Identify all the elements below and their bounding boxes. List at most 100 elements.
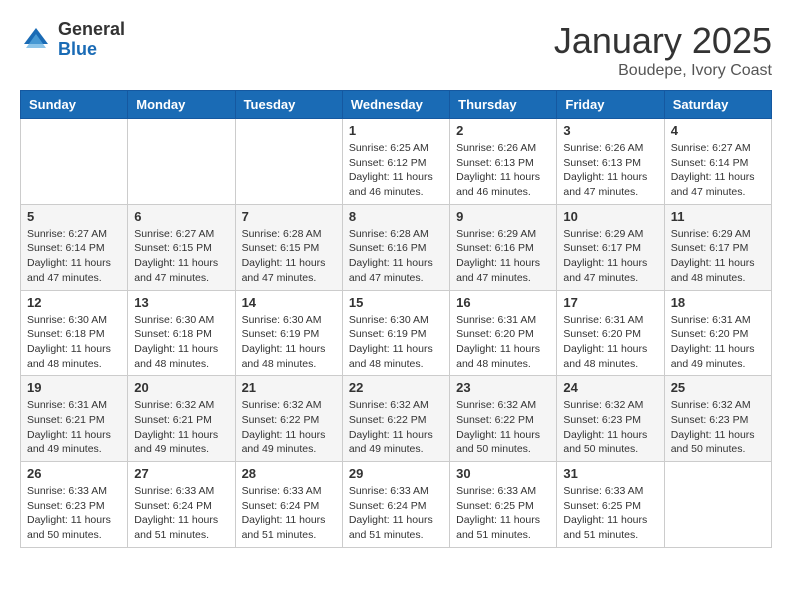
day-info: Sunrise: 6:33 AM Sunset: 6:24 PM Dayligh…: [349, 484, 443, 543]
day-info: Sunrise: 6:33 AM Sunset: 6:24 PM Dayligh…: [242, 484, 336, 543]
day-header-friday: Friday: [557, 91, 664, 119]
page-header: General Blue January 2025 Boudepe, Ivory…: [20, 20, 772, 80]
calendar-cell: 30 Sunrise: 6:33 AM Sunset: 6:25 PM Dayli…: [450, 462, 557, 548]
calendar-cell: [128, 119, 235, 205]
day-number: 20: [134, 380, 228, 395]
calendar-cell: 21 Sunrise: 6:32 AM Sunset: 6:22 PM Dayli…: [235, 376, 342, 462]
calendar-cell: 17Sunrise: 6:31 AM Sunset: 6:20 PM Dayli…: [557, 290, 664, 376]
day-info: Sunrise: 6:32 AM Sunset: 6:22 PM Dayligh…: [349, 398, 443, 457]
calendar-cell: 28 Sunrise: 6:33 AM Sunset: 6:24 PM Dayli…: [235, 462, 342, 548]
calendar-cell: 19Sunrise: 6:31 AM Sunset: 6:21 PM Dayli…: [21, 376, 128, 462]
day-info: Sunrise: 6:31 AM Sunset: 6:20 PM Dayligh…: [671, 313, 765, 372]
calendar-cell: 9 Sunrise: 6:29 AM Sunset: 6:16 PM Daylig…: [450, 204, 557, 290]
day-info: Sunrise: 6:27 AM Sunset: 6:15 PM Dayligh…: [134, 227, 228, 286]
day-number: 30: [456, 466, 550, 481]
day-number: 15: [349, 295, 443, 310]
title-block: January 2025 Boudepe, Ivory Coast: [554, 20, 772, 80]
logo-icon: [20, 24, 52, 56]
calendar-cell: 12 Sunrise: 6:30 AM Sunset: 6:18 PM Dayli…: [21, 290, 128, 376]
calendar-cell: [21, 119, 128, 205]
day-number: 23: [456, 380, 550, 395]
day-number: 4: [671, 123, 765, 138]
day-info: Sunrise: 6:33 AM Sunset: 6:25 PM Dayligh…: [456, 484, 550, 543]
day-number: 22: [349, 380, 443, 395]
location-title: Boudepe, Ivory Coast: [554, 62, 772, 80]
calendar-cell: 25 Sunrise: 6:32 AM Sunset: 6:23 PM Dayli…: [664, 376, 771, 462]
day-number: 5: [27, 209, 121, 224]
day-info: Sunrise: 6:29 AM Sunset: 6:17 PM Dayligh…: [671, 227, 765, 286]
calendar-week-row: 5 Sunrise: 6:27 AM Sunset: 6:14 PM Daylig…: [21, 204, 772, 290]
day-number: 18: [671, 295, 765, 310]
calendar-cell: 29 Sunrise: 6:33 AM Sunset: 6:24 PM Dayli…: [342, 462, 449, 548]
day-info: Sunrise: 6:32 AM Sunset: 6:23 PM Dayligh…: [671, 398, 765, 457]
day-info: Sunrise: 6:27 AM Sunset: 6:14 PM Dayligh…: [671, 141, 765, 200]
day-number: 13: [134, 295, 228, 310]
day-number: 7: [242, 209, 336, 224]
calendar-cell: [235, 119, 342, 205]
day-number: 17: [563, 295, 657, 310]
calendar-cell: 22 Sunrise: 6:32 AM Sunset: 6:22 PM Dayli…: [342, 376, 449, 462]
day-header-tuesday: Tuesday: [235, 91, 342, 119]
day-number: 28: [242, 466, 336, 481]
calendar-cell: 31Sunrise: 6:33 AM Sunset: 6:25 PM Dayli…: [557, 462, 664, 548]
day-info: Sunrise: 6:27 AM Sunset: 6:14 PM Dayligh…: [27, 227, 121, 286]
day-info: Sunrise: 6:32 AM Sunset: 6:23 PM Dayligh…: [563, 398, 657, 457]
month-title: January 2025: [554, 20, 772, 62]
day-info: Sunrise: 6:31 AM Sunset: 6:20 PM Dayligh…: [456, 313, 550, 372]
calendar-cell: 23Sunrise: 6:32 AM Sunset: 6:22 PM Dayli…: [450, 376, 557, 462]
day-info: Sunrise: 6:26 AM Sunset: 6:13 PM Dayligh…: [456, 141, 550, 200]
calendar-week-row: 26Sunrise: 6:33 AM Sunset: 6:23 PM Dayli…: [21, 462, 772, 548]
calendar-cell: 1Sunrise: 6:25 AM Sunset: 6:12 PM Daylig…: [342, 119, 449, 205]
calendar-cell: 16 Sunrise: 6:31 AM Sunset: 6:20 PM Dayli…: [450, 290, 557, 376]
day-info: Sunrise: 6:30 AM Sunset: 6:19 PM Dayligh…: [242, 313, 336, 372]
day-number: 8: [349, 209, 443, 224]
day-info: Sunrise: 6:28 AM Sunset: 6:15 PM Dayligh…: [242, 227, 336, 286]
day-header-thursday: Thursday: [450, 91, 557, 119]
day-number: 10: [563, 209, 657, 224]
calendar-cell: 24 Sunrise: 6:32 AM Sunset: 6:23 PM Dayli…: [557, 376, 664, 462]
calendar-cell: 6 Sunrise: 6:27 AM Sunset: 6:15 PM Daylig…: [128, 204, 235, 290]
calendar-week-row: 12 Sunrise: 6:30 AM Sunset: 6:18 PM Dayli…: [21, 290, 772, 376]
calendar-cell: 18 Sunrise: 6:31 AM Sunset: 6:20 PM Dayli…: [664, 290, 771, 376]
calendar-week-row: 1Sunrise: 6:25 AM Sunset: 6:12 PM Daylig…: [21, 119, 772, 205]
day-info: Sunrise: 6:25 AM Sunset: 6:12 PM Dayligh…: [349, 141, 443, 200]
calendar-cell: 13 Sunrise: 6:30 AM Sunset: 6:18 PM Dayli…: [128, 290, 235, 376]
calendar-cell: 27 Sunrise: 6:33 AM Sunset: 6:24 PM Dayli…: [128, 462, 235, 548]
day-number: 2: [456, 123, 550, 138]
day-number: 9: [456, 209, 550, 224]
logo-text: General Blue: [58, 20, 125, 60]
calendar-cell: 11Sunrise: 6:29 AM Sunset: 6:17 PM Dayli…: [664, 204, 771, 290]
calendar-cell: 5 Sunrise: 6:27 AM Sunset: 6:14 PM Daylig…: [21, 204, 128, 290]
day-number: 26: [27, 466, 121, 481]
day-number: 24: [563, 380, 657, 395]
logo-general: General: [58, 20, 125, 40]
day-header-wednesday: Wednesday: [342, 91, 449, 119]
calendar-cell: 7 Sunrise: 6:28 AM Sunset: 6:15 PM Daylig…: [235, 204, 342, 290]
day-info: Sunrise: 6:29 AM Sunset: 6:17 PM Dayligh…: [563, 227, 657, 286]
day-header-monday: Monday: [128, 91, 235, 119]
day-number: 6: [134, 209, 228, 224]
day-info: Sunrise: 6:33 AM Sunset: 6:24 PM Dayligh…: [134, 484, 228, 543]
day-info: Sunrise: 6:30 AM Sunset: 6:19 PM Dayligh…: [349, 313, 443, 372]
day-number: 25: [671, 380, 765, 395]
calendar-header-row: SundayMondayTuesdayWednesdayThursdayFrid…: [21, 91, 772, 119]
day-number: 12: [27, 295, 121, 310]
day-number: 14: [242, 295, 336, 310]
day-number: 29: [349, 466, 443, 481]
calendar-cell: 14 Sunrise: 6:30 AM Sunset: 6:19 PM Dayli…: [235, 290, 342, 376]
day-number: 16: [456, 295, 550, 310]
day-info: Sunrise: 6:32 AM Sunset: 6:21 PM Dayligh…: [134, 398, 228, 457]
calendar-table: SundayMondayTuesdayWednesdayThursdayFrid…: [20, 90, 772, 548]
logo: General Blue: [20, 20, 125, 60]
day-info: Sunrise: 6:30 AM Sunset: 6:18 PM Dayligh…: [134, 313, 228, 372]
calendar-week-row: 19Sunrise: 6:31 AM Sunset: 6:21 PM Dayli…: [21, 376, 772, 462]
day-info: Sunrise: 6:29 AM Sunset: 6:16 PM Dayligh…: [456, 227, 550, 286]
day-info: Sunrise: 6:31 AM Sunset: 6:21 PM Dayligh…: [27, 398, 121, 457]
day-number: 3: [563, 123, 657, 138]
day-info: Sunrise: 6:32 AM Sunset: 6:22 PM Dayligh…: [242, 398, 336, 457]
calendar-cell: 15 Sunrise: 6:30 AM Sunset: 6:19 PM Dayli…: [342, 290, 449, 376]
day-number: 27: [134, 466, 228, 481]
day-info: Sunrise: 6:26 AM Sunset: 6:13 PM Dayligh…: [563, 141, 657, 200]
day-info: Sunrise: 6:30 AM Sunset: 6:18 PM Dayligh…: [27, 313, 121, 372]
day-number: 21: [242, 380, 336, 395]
